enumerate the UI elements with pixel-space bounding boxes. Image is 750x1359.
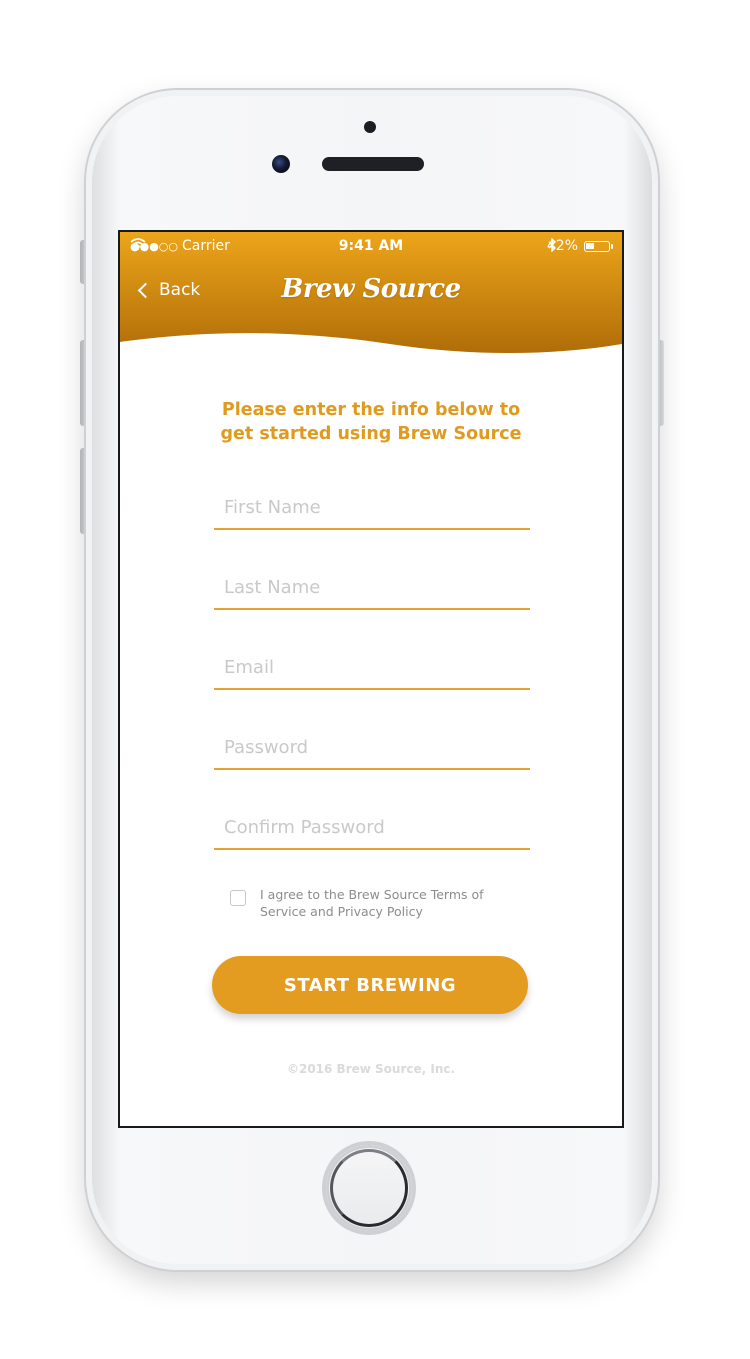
device-stage: ●●●○○ Carrier 9:41 AM 42% Back Brew Sour… bbox=[0, 0, 750, 1359]
email-field-wrapper bbox=[214, 648, 530, 690]
first-name-field-wrapper bbox=[214, 488, 530, 530]
terms-label-line-1: I agree to the Brew Source Terms of bbox=[260, 887, 484, 902]
terms-checkbox[interactable] bbox=[230, 890, 246, 906]
last-name-field-wrapper bbox=[214, 568, 530, 610]
terms-agreement: I agree to the Brew Source Terms of Serv… bbox=[230, 886, 520, 920]
navigation-bar: Back Brew Source bbox=[120, 274, 622, 310]
home-button[interactable] bbox=[326, 1145, 412, 1231]
first-name-input[interactable] bbox=[214, 488, 530, 526]
status-bar: ●●●○○ Carrier 9:41 AM 42% bbox=[120, 238, 622, 260]
last-name-input[interactable] bbox=[214, 568, 530, 606]
terms-label: I agree to the Brew Source Terms of Serv… bbox=[260, 886, 484, 920]
copyright-text: ©2016 Brew Source, Inc. bbox=[286, 1062, 456, 1076]
intro-line-2: get started using Brew Source bbox=[220, 424, 522, 444]
password-input[interactable] bbox=[214, 728, 530, 766]
brand-logo: Brew Source bbox=[281, 274, 461, 304]
terms-label-line-2: Service and Privacy Policy bbox=[260, 904, 423, 919]
front-camera bbox=[272, 155, 290, 173]
password-field-wrapper bbox=[214, 728, 530, 770]
intro-text: Please enter the info below to get start… bbox=[180, 398, 562, 446]
email-input[interactable] bbox=[214, 648, 530, 686]
bluetooth-icon bbox=[548, 238, 556, 252]
battery-icon bbox=[584, 240, 613, 252]
confirm-password-field-wrapper bbox=[214, 808, 530, 850]
confirm-password-input[interactable] bbox=[214, 808, 530, 846]
app-header: ●●●○○ Carrier 9:41 AM 42% Back Brew Sour… bbox=[120, 232, 622, 356]
battery-level bbox=[586, 242, 594, 249]
start-brewing-button[interactable]: START BREWING bbox=[212, 956, 528, 1014]
proximity-sensor bbox=[364, 121, 376, 133]
intro-line-1: Please enter the info below to bbox=[221, 400, 521, 420]
app-screen: ●●●○○ Carrier 9:41 AM 42% Back Brew Sour… bbox=[118, 230, 624, 1128]
earpiece-speaker bbox=[322, 157, 424, 171]
